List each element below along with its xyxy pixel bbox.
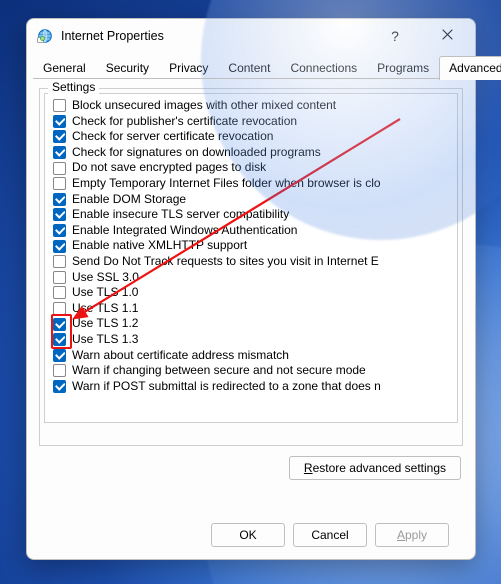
settings-item[interactable]: Use TLS 1.3 <box>53 332 455 348</box>
ok-button[interactable]: OK <box>211 523 285 547</box>
apply-button[interactable]: Apply <box>375 523 449 547</box>
settings-item[interactable]: Warn if POST submittal is redirected to … <box>53 379 455 395</box>
tab-programs[interactable]: Programs <box>367 56 439 80</box>
settings-item[interactable]: Use TLS 1.0 <box>53 285 455 301</box>
settings-item[interactable]: Use TLS 1.1 <box>53 301 455 317</box>
dialog-footer: OK Cancel Apply <box>39 511 463 559</box>
settings-fieldset: Settings Block unsecured images with oth… <box>39 88 463 446</box>
checkbox[interactable] <box>53 255 66 268</box>
settings-item[interactable]: Empty Temporary Internet Files folder wh… <box>53 176 455 192</box>
ok-label: OK <box>239 528 256 542</box>
close-button[interactable] <box>425 21 469 51</box>
checkbox[interactable] <box>53 177 66 190</box>
settings-item-label: Enable native XMLHTTP support <box>72 238 247 254</box>
restore-advanced-button[interactable]: Restore advanced settings <box>289 456 461 480</box>
dialog-body: Settings Block unsecured images with oth… <box>27 80 475 559</box>
settings-item-label: Use TLS 1.1 <box>72 301 138 317</box>
checkbox[interactable] <box>53 271 66 284</box>
checkbox[interactable] <box>53 349 66 362</box>
settings-item-label: Check for publisher's certificate revoca… <box>72 114 297 130</box>
settings-item[interactable]: Check for server certificate revocation <box>53 129 455 145</box>
settings-item-label: Use SSL 3.0 <box>72 270 139 286</box>
settings-item-label: Empty Temporary Internet Files folder wh… <box>72 176 381 192</box>
settings-item[interactable]: Warn about certificate address mismatch <box>53 348 455 364</box>
settings-item[interactable]: Enable native XMLHTTP support <box>53 238 455 254</box>
checkbox[interactable] <box>53 318 66 331</box>
settings-item[interactable]: Block unsecured images with other mixed … <box>53 98 455 114</box>
checkbox[interactable] <box>53 380 66 393</box>
settings-item-label: Warn if POST submittal is redirected to … <box>72 379 381 395</box>
checkbox[interactable] <box>53 115 66 128</box>
settings-item[interactable]: Use TLS 1.2 <box>53 316 455 332</box>
settings-item-label: Warn if changing between secure and not … <box>72 363 366 379</box>
tab-bar: GeneralSecurityPrivacyContentConnections… <box>27 55 475 79</box>
help-icon: ? <box>391 28 399 44</box>
help-button[interactable]: ? <box>373 21 417 51</box>
settings-item[interactable]: Check for publisher's certificate revoca… <box>53 114 455 130</box>
tab-content[interactable]: Content <box>218 56 280 80</box>
settings-item[interactable]: Warn if changing between secure and not … <box>53 363 455 379</box>
settings-item-label: Warn about certificate address mismatch <box>72 348 289 364</box>
settings-item-label: Enable insecure TLS server compatibility <box>72 207 289 223</box>
settings-item-label: Send Do Not Track requests to sites you … <box>72 254 379 270</box>
close-icon <box>442 29 453 43</box>
settings-item[interactable]: Enable insecure TLS server compatibility <box>53 207 455 223</box>
checkbox[interactable] <box>53 333 66 346</box>
checkbox[interactable] <box>53 240 66 253</box>
tab-underline <box>33 78 469 79</box>
desktop-wallpaper: Internet Properties ? GeneralSecurityPri… <box>0 0 501 584</box>
internet-properties-dialog: Internet Properties ? GeneralSecurityPri… <box>26 18 476 560</box>
restore-mnemonic: R <box>304 461 313 475</box>
settings-item-label: Check for signatures on downloaded progr… <box>72 145 321 161</box>
settings-item[interactable]: Do not save encrypted pages to disk <box>53 160 455 176</box>
checkbox[interactable] <box>53 224 66 237</box>
checkbox[interactable] <box>53 146 66 159</box>
settings-item-label: Use TLS 1.0 <box>72 285 138 301</box>
tab-security[interactable]: Security <box>96 56 159 80</box>
checkbox[interactable] <box>53 130 66 143</box>
settings-listbox[interactable]: Block unsecured images with other mixed … <box>44 93 458 423</box>
apply-label: Apply <box>397 528 427 542</box>
checkbox[interactable] <box>53 193 66 206</box>
internet-options-icon <box>37 28 53 44</box>
titlebar: Internet Properties ? <box>27 19 475 53</box>
checkbox[interactable] <box>53 286 66 299</box>
settings-item[interactable]: Send Do Not Track requests to sites you … <box>53 254 455 270</box>
checkbox[interactable] <box>53 162 66 175</box>
tab-privacy[interactable]: Privacy <box>159 56 218 80</box>
restore-row: Restore advanced settings <box>41 456 461 480</box>
settings-item[interactable]: Check for signatures on downloaded progr… <box>53 145 455 161</box>
settings-item-label: Enable DOM Storage <box>72 192 186 208</box>
cancel-label: Cancel <box>311 528 348 542</box>
settings-item-label: Do not save encrypted pages to disk <box>72 160 266 176</box>
settings-item-label: Enable Integrated Windows Authentication <box>72 223 297 239</box>
settings-item-label: Block unsecured images with other mixed … <box>72 98 336 114</box>
tab-connections[interactable]: Connections <box>280 56 367 80</box>
settings-item[interactable]: Use SSL 3.0 <box>53 270 455 286</box>
settings-item-label: Check for server certificate revocation <box>72 129 273 145</box>
checkbox[interactable] <box>53 364 66 377</box>
tab-general[interactable]: General <box>33 56 96 80</box>
settings-item-label: Use TLS 1.3 <box>72 332 138 348</box>
cancel-button[interactable]: Cancel <box>293 523 367 547</box>
tab-advanced[interactable]: Advanced <box>439 56 501 80</box>
checkbox[interactable] <box>53 99 66 112</box>
settings-item[interactable]: Enable Integrated Windows Authentication <box>53 223 455 239</box>
settings-legend: Settings <box>48 80 99 94</box>
checkbox[interactable] <box>53 302 66 315</box>
restore-label-rest: estore advanced settings <box>313 461 446 475</box>
settings-item[interactable]: Enable DOM Storage <box>53 192 455 208</box>
checkbox[interactable] <box>53 208 66 221</box>
window-title: Internet Properties <box>61 29 365 43</box>
settings-item-label: Use TLS 1.2 <box>72 316 138 332</box>
